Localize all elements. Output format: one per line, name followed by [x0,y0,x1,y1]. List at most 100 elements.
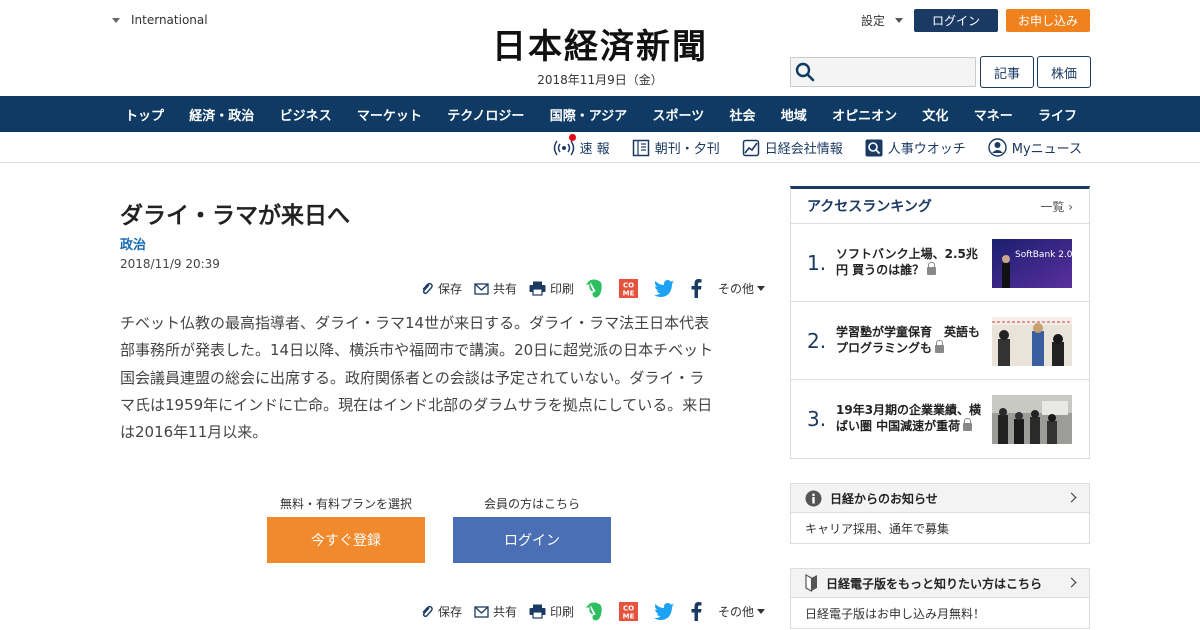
article-body-line: チベット仏教の最高指導者、ダライ・ラマ14世が来日する。ダライ・ラマ法王日本代表 [120,314,710,332]
digital-edition-title: 日経電子版をもっと知りたい方はこちら [826,576,1043,591]
search-input[interactable] [815,59,975,85]
subnav-my-news[interactable]: Myニュース [988,138,1082,157]
save-button[interactable]: 保存 [420,280,462,297]
ranking-item[interactable]: 2. 学習塾が学童保育 英語もプログラミングも [791,302,1089,380]
more-label: その他 [718,282,755,296]
subnav-label: 速 報 [579,142,610,157]
subnav-label: 日経会社情報 [764,142,843,157]
ranking-headline: 19年3月期の企業業績、横ばい圏 中国減速が重荷 [836,402,986,434]
nav-item-sports[interactable]: スポーツ [645,105,711,124]
thumbnail-caption: SoftBank 2.0 [1015,250,1072,260]
ranking-number: 2. [807,329,827,353]
search-icon[interactable] [795,62,815,82]
ranking-headline-text: 学習塾が学童保育 英語もプログラミングも [836,325,981,355]
edition-date: 2018年11月9日（金） [537,73,663,87]
come-button[interactable]: CO ME [619,602,642,621]
register-caption: 無料・有料プランを選択 [279,497,412,511]
share-toolbar: 保存 共有 印刷 CO ME その他 [420,279,766,298]
access-ranking: アクセスランキング 一覧 › 1. ソフトバンク上場、2.5兆円 買うのは誰？ … [790,186,1090,459]
lock-icon [963,418,973,431]
digital-edition-body[interactable]: 日経電子版はお申し込み月無料！ [791,598,1089,628]
facebook-button[interactable] [691,279,706,298]
ranking-item[interactable]: 1. ソフトバンク上場、2.5兆円 買うのは誰？ SoftBank 2.0 [791,224,1089,302]
nav-item-economy-politics[interactable]: 経済・政治 [182,105,261,124]
svg-text:ME: ME [623,290,635,298]
site-logo[interactable]: 日本経済新聞 [452,27,748,67]
nav-item-culture[interactable]: 文化 [915,105,955,124]
svg-text:ME: ME [623,613,635,621]
lock-icon [935,340,945,353]
print-button[interactable]: 印刷 [529,603,574,620]
nav-item-opinion[interactable]: オピニオン [825,105,904,124]
login-button[interactable]: ログイン [914,9,998,32]
twitter-icon [654,280,675,297]
register-now-button[interactable]: 今すぐ登録 [267,517,425,563]
facebook-button[interactable] [691,602,706,621]
settings-menu[interactable]: 設定 [861,12,904,29]
more-share-menu[interactable]: その他 [718,280,766,297]
article-body-line: 部事務所が発表した。14日以降、横浜市や福岡市で講演。20日に超党派の日本チベッ… [120,341,714,360]
region-selector[interactable]: International [112,13,208,27]
nav-item-society[interactable]: 社会 [723,105,763,124]
printer-icon [529,604,546,619]
subnav-company-info[interactable]: 日経会社情報 [742,138,843,157]
nav-item-technology[interactable]: テクノロジー [440,105,531,124]
save-label: 保存 [438,282,463,296]
subnav-label: 人事ウオッチ [887,142,966,157]
caret-down-icon [757,286,766,291]
share-label: 共有 [493,605,518,619]
notice-body[interactable]: キャリア採用、通年で募集 [791,513,1089,543]
print-button[interactable]: 印刷 [529,280,574,297]
article-body: チベット仏教の最高指導者、ダライ・ラマ14世が来日する。ダライ・ラマ法王日本代表… [120,310,760,446]
nav-item-top[interactable]: トップ [118,105,171,124]
evernote-icon [586,602,602,621]
article-body-line: マ氏は1959年にインドに亡命。現在はインド北部のダラムサラを拠点にしている。来… [120,395,713,414]
share-toolbar-bottom: 保存 共有 印刷 CO ME その他 [420,602,766,621]
nav-item-life[interactable]: ライフ [1031,105,1084,124]
notice-box[interactable]: 日経からのお知らせ キャリア採用、通年で募集 [790,483,1090,544]
digital-edition-box[interactable]: 日経電子版をもっと知りたい方はこちら 日経電子版はお申し込み月無料！ [790,568,1090,629]
apply-button[interactable]: お申し込み [1006,9,1090,32]
nav-item-international[interactable]: 国際・アジア [543,105,634,124]
share-label: 共有 [493,282,518,296]
ranking-thumbnail [992,317,1072,366]
ranking-headline-text: 19年3月期の企業業績、横ばい圏 中国減速が重荷 [836,403,982,433]
article-body-line: 国会議員連盟の総会に出席する。政府関係者との会談は予定されていない。ダライ・ラ [120,368,705,387]
subnav-label: 朝刊・夕刊 [654,142,720,157]
article-headline: ダライ・ラマが来日へ [120,203,350,229]
share-button[interactable]: 共有 [474,280,517,297]
nav-item-business[interactable]: ビジネス [273,105,339,124]
more-share-menu[interactable]: その他 [718,603,766,620]
evernote-button[interactable] [586,279,607,298]
come-icon: COME [619,602,639,621]
share-button[interactable]: 共有 [474,603,517,620]
notice-header: 日経からのお知らせ [791,484,1089,513]
evernote-button[interactable] [586,602,607,621]
ranking-headline: 学習塾が学童保育 英語もプログラミングも [836,324,986,356]
ranking-title: アクセスランキング [807,199,932,215]
ranking-item[interactable]: 3. 19年3月期の企業業績、横ばい圏 中国減速が重荷 [791,380,1089,458]
search-stocks-button[interactable]: 株価 [1037,56,1091,88]
member-caption: 会員の方はこちら [483,497,580,511]
subnav-edition[interactable]: 朝刊・夕刊 [632,138,720,157]
subnav-personnel[interactable]: 人事ウオッチ [865,138,966,157]
twitter-icon [654,603,675,620]
nav-item-region[interactable]: 地域 [774,105,814,124]
main-nav: トップ 経済・政治 ビジネス マーケット テクノロジー 国際・アジア スポーツ … [0,96,1200,132]
article-category[interactable]: 政治 [120,234,146,253]
radio-wave-icon [553,140,574,155]
twitter-button[interactable] [654,280,679,297]
member-login-button[interactable]: ログイン [453,517,611,563]
come-button[interactable]: CO ME [619,279,642,298]
search-articles-button[interactable]: 記事 [980,56,1034,88]
twitter-button[interactable] [654,603,679,620]
paperclip-icon [422,605,433,617]
subnav-breaking[interactable]: 速 報 [553,134,610,157]
magnifier-icon [865,139,883,156]
search-box [790,57,976,87]
ranking-all-link[interactable]: 一覧 › [1040,198,1073,215]
nav-item-money[interactable]: マネー [967,105,1020,124]
save-button[interactable]: 保存 [420,603,462,620]
print-label: 印刷 [550,282,575,296]
nav-item-market[interactable]: マーケット [350,105,429,124]
